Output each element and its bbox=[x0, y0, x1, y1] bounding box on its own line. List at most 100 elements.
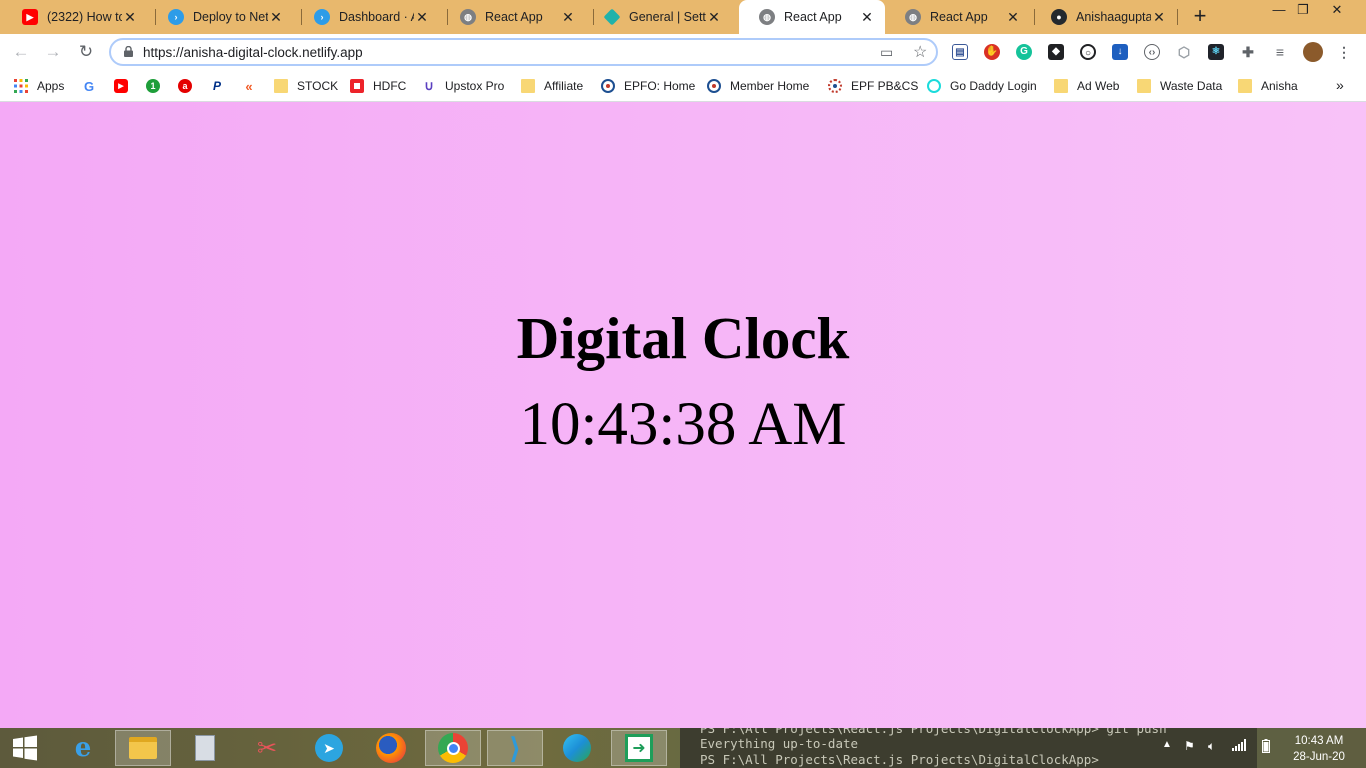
close-icon[interactable]: ✕ bbox=[706, 9, 722, 26]
bookmark-folder-stock[interactable]: STOCK bbox=[274, 77, 338, 95]
bookmark-apps[interactable]: Apps bbox=[14, 77, 64, 95]
taskbar-chrome[interactable] bbox=[425, 730, 481, 766]
bookmark-folder-anisha[interactable]: Anisha bbox=[1238, 77, 1298, 95]
taskbar-calculator[interactable] bbox=[177, 730, 233, 766]
menu-dots-icon[interactable]: ⋮ bbox=[1336, 44, 1352, 60]
browser-tab[interactable]: ▶ (2322) How to d ✕ bbox=[2, 0, 148, 34]
tray-expand-icon[interactable]: ▲ bbox=[1162, 739, 1172, 750]
bookmark-folder-affiliate[interactable]: Affiliate bbox=[521, 77, 583, 95]
telegram-icon: ➤ bbox=[315, 734, 343, 762]
taskbar-ie[interactable]: e bbox=[55, 730, 111, 766]
close-icon[interactable]: ✕ bbox=[560, 9, 576, 26]
bookmark-arrow[interactable]: « bbox=[242, 77, 265, 95]
taskbar-snipping-tool[interactable]: ✂ bbox=[239, 730, 295, 766]
system-clock[interactable]: 10:43 AM 28-Jun-20 bbox=[1286, 733, 1352, 765]
browser-tab[interactable]: ◍ React App ✕ bbox=[440, 0, 586, 34]
bookmark-godaddy[interactable]: Go Daddy Login bbox=[927, 77, 1037, 95]
airtel-icon: a bbox=[178, 79, 192, 93]
close-icon[interactable]: ✕ bbox=[414, 9, 430, 26]
tab-title: Dashboard · An bbox=[339, 10, 414, 24]
address-bar[interactable]: https://anisha-digital-clock.netlify.app… bbox=[109, 38, 938, 66]
upstox-icon: ∪ bbox=[424, 78, 434, 93]
bookmarks-bar: Apps G ▶ 1 a P « STOCK HDFC ∪ Upstox Pro… bbox=[0, 70, 1366, 102]
reload-button[interactable]: ↻ bbox=[73, 40, 99, 64]
forward-button[interactable]: → bbox=[40, 40, 66, 64]
close-icon[interactable]: ✕ bbox=[859, 9, 875, 26]
taskbar-file-explorer[interactable] bbox=[115, 730, 171, 766]
bookmark-folder-wastedata[interactable]: Waste Data bbox=[1137, 77, 1222, 95]
hdfc-icon bbox=[350, 79, 364, 93]
close-icon[interactable]: ✕ bbox=[122, 9, 138, 26]
download-extension-icon[interactable]: ↓ bbox=[1112, 44, 1128, 60]
internet-explorer-icon: e bbox=[74, 733, 92, 763]
bookmark-youtube[interactable]: ▶ bbox=[114, 77, 137, 95]
media-control-icon[interactable]: ≡ bbox=[1272, 44, 1288, 60]
vscode-icon: ⟩ bbox=[509, 732, 521, 764]
close-icon[interactable]: ✕ bbox=[1005, 9, 1021, 26]
bookmark-epfo-home[interactable]: EPFO: Home bbox=[601, 77, 695, 95]
netlify-diamond-icon bbox=[603, 8, 621, 26]
folder-icon bbox=[274, 79, 288, 93]
adblock-icon[interactable]: ✋ bbox=[984, 44, 1000, 60]
bookmark-epf-pbcs[interactable]: EPF PB&CS bbox=[828, 77, 918, 95]
extensions-puzzle-icon[interactable]: ✚ bbox=[1240, 44, 1256, 60]
code-extension-icon[interactable]: ‹› bbox=[1144, 44, 1160, 60]
globe-icon: ◍ bbox=[759, 9, 775, 25]
taskbar-firefox[interactable] bbox=[363, 730, 419, 766]
extension-icon[interactable]: ▤ bbox=[952, 44, 968, 60]
browser-tab-active[interactable]: ◍ React App ✕ bbox=[739, 0, 885, 34]
calculator-icon bbox=[195, 735, 215, 761]
network-signal-icon[interactable] bbox=[1232, 739, 1246, 754]
bookmark-paypal[interactable]: P bbox=[210, 77, 233, 95]
paypal-icon: P bbox=[212, 79, 221, 93]
action-center-flag-icon[interactable]: ⚑ bbox=[1184, 739, 1195, 753]
exit-arrow-icon: ➜ bbox=[625, 734, 653, 762]
browser-tab[interactable]: ● Anishaagupta/d ✕ bbox=[1031, 0, 1177, 34]
react-devtools-icon[interactable]: ⚛ bbox=[1208, 44, 1224, 60]
netlify-icon: › bbox=[168, 9, 184, 25]
tab-title: (2322) How to d bbox=[47, 10, 122, 24]
bookmark-star-icon[interactable]: ☆ bbox=[913, 42, 927, 62]
battery-icon[interactable] bbox=[1262, 739, 1270, 756]
bookmark-hdfc[interactable]: HDFC bbox=[350, 77, 406, 95]
profile-avatar[interactable] bbox=[1303, 42, 1323, 62]
close-window-button[interactable]: ✕ bbox=[1314, 0, 1360, 22]
bookmark-google[interactable]: G bbox=[82, 77, 105, 95]
new-tab-button[interactable]: + bbox=[1187, 4, 1213, 30]
lock-icon bbox=[124, 46, 133, 57]
loop-extension-icon[interactable]: ○ bbox=[1080, 44, 1096, 60]
bookmark-green[interactable]: 1 bbox=[146, 77, 169, 95]
browser-tab[interactable]: › Deploy to Netlif ✕ bbox=[148, 0, 294, 34]
close-icon[interactable]: ✕ bbox=[268, 9, 284, 26]
youtube-icon: ▶ bbox=[22, 9, 38, 25]
scissors-icon: ✂ bbox=[256, 734, 278, 762]
globe-icon: ◍ bbox=[905, 9, 921, 25]
folder-icon bbox=[1054, 79, 1068, 93]
browser-tab[interactable]: ◍ React App ✕ bbox=[885, 0, 1031, 34]
chrome-icon bbox=[438, 733, 468, 763]
tab-title: General | Settin bbox=[629, 10, 706, 24]
bookmark-upstox[interactable]: ∪ Upstox Pro bbox=[422, 77, 504, 95]
bookmark-folder-adweb[interactable]: Ad Web bbox=[1054, 77, 1119, 95]
volume-icon[interactable]: 🔈︎ bbox=[1208, 739, 1215, 754]
bookmark-member-home[interactable]: Member Home bbox=[707, 77, 809, 95]
cube-extension-icon[interactable]: ◆ bbox=[1048, 44, 1064, 60]
epfo-icon bbox=[601, 79, 615, 93]
folder-icon bbox=[1238, 79, 1252, 93]
taskbar-vscode[interactable]: ⟩ bbox=[487, 730, 543, 766]
grammarly-icon[interactable]: G bbox=[1016, 44, 1032, 60]
bookmarks-overflow-icon[interactable]: » bbox=[1336, 77, 1344, 93]
close-icon[interactable]: ✕ bbox=[1151, 9, 1167, 26]
browser-tab[interactable]: General | Settin ✕ bbox=[586, 0, 732, 34]
hex-extension-icon[interactable]: ⬡ bbox=[1176, 44, 1192, 60]
browser-tab[interactable]: › Dashboard · An ✕ bbox=[294, 0, 440, 34]
tab-title: React App bbox=[784, 10, 842, 24]
back-button[interactable]: ← bbox=[8, 40, 34, 64]
cast-icon[interactable]: ▭ bbox=[880, 44, 893, 61]
taskbar-edge[interactable] bbox=[549, 730, 605, 766]
taskbar-telegram[interactable]: ➤ bbox=[301, 730, 357, 766]
start-button[interactable] bbox=[0, 730, 50, 766]
taskbar-app[interactable]: ➜ bbox=[611, 730, 667, 766]
bookmark-airtel[interactable]: a bbox=[178, 77, 201, 95]
url-text: https://anisha-digital-clock.netlify.app bbox=[143, 45, 363, 60]
